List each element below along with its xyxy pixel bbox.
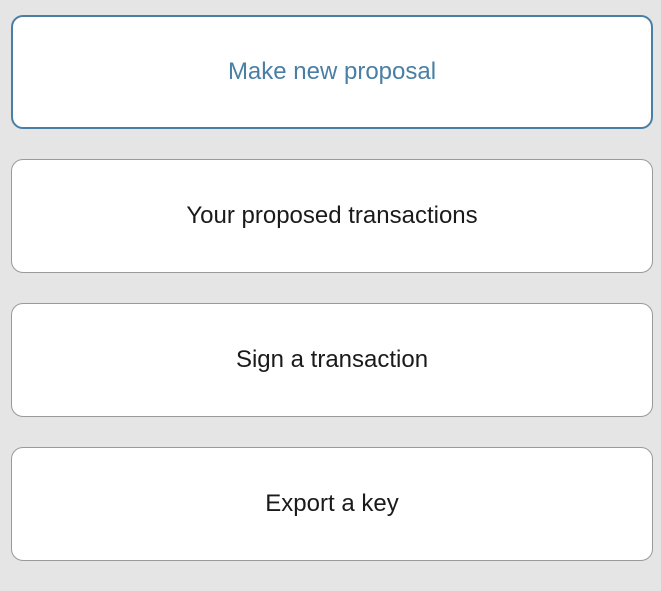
your-proposed-transactions-button[interactable]: Your proposed transactions	[11, 159, 653, 273]
main-menu: Make new proposal Your proposed transact…	[11, 15, 653, 591]
export-a-key-label: Export a key	[265, 490, 399, 517]
sign-a-transaction-label: Sign a transaction	[235, 346, 429, 373]
export-a-key-button[interactable]: Export a key	[11, 447, 653, 561]
make-new-proposal-label: Make new proposal	[227, 58, 437, 85]
your-proposed-transactions-label: Your proposed transactions	[186, 202, 478, 229]
sign-a-transaction-button[interactable]: Sign a transaction	[11, 303, 653, 417]
make-new-proposal-button[interactable]: Make new proposal	[11, 15, 653, 129]
